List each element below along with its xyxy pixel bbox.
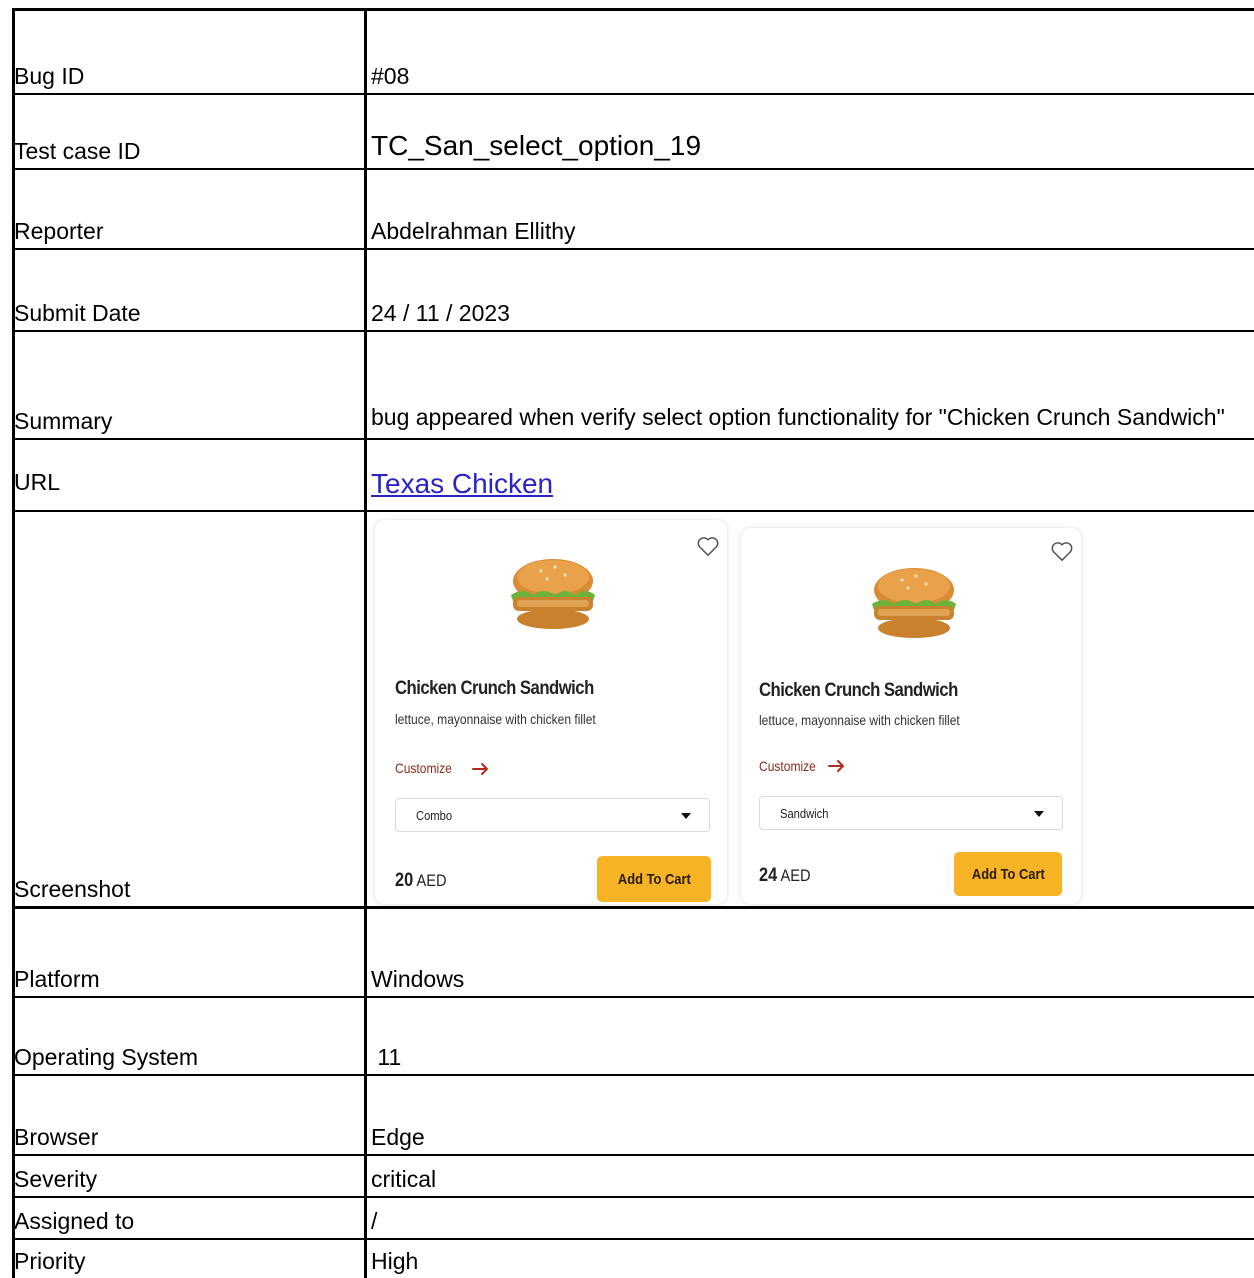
row-browser: Browser Edge [0,1076,1254,1154]
price: 20 AED [395,870,447,892]
row-label: Platform [14,966,100,992]
summary-value: bug appeared when verify select option f… [371,404,1225,430]
row-label: Bug ID [14,63,85,89]
option-select[interactable]: Sandwich [759,796,1063,830]
priority-value: High [371,1248,419,1274]
add-to-cart-label: Add To Cart [617,870,691,888]
row-label: Summary [14,408,113,434]
row-label: Reporter [14,218,104,244]
browser-value: Edge [371,1124,425,1150]
price: 24 AED [759,865,811,887]
arrow-right-icon [828,760,844,772]
product-description: lettuce, mayonnaise with chicken fillet [759,712,960,728]
row-url: URL Texas Chicken [0,440,1254,510]
selected-option: Combo [416,808,453,823]
row-platform: Platform Windows [0,909,1254,996]
row-label: Operating System [14,1044,199,1070]
price-number: 24 [759,865,778,886]
product-card: Chicken Crunch Sandwich lettuce, mayonna… [741,528,1081,904]
row-label: Submit Date [14,300,141,326]
product-card: Chicken Crunch Sandwich lettuce, mayonna… [375,520,727,904]
row-submit-date: Submit Date 24 / 11 / 2023 [0,250,1254,330]
test-case-id-value: TC_San_select_option_19 [371,130,702,161]
row-label: Severity [14,1166,98,1192]
add-to-cart-button[interactable]: Add To Cart [954,852,1062,896]
product-description: lettuce, mayonnaise with chicken fillet [395,711,596,727]
submit-date-value: 24 / 11 / 2023 [371,300,510,326]
heart-icon[interactable] [1049,538,1075,564]
row-operating-system: Operating System 11 [0,998,1254,1074]
row-test-case-id: Test case ID TC_San_select_option_19 [0,95,1254,168]
heart-icon[interactable] [695,533,721,559]
row-label: Browser [14,1124,99,1150]
row-label: Screenshot [14,876,131,902]
row-label: Assigned to [14,1208,135,1234]
caret-down-icon [681,813,691,819]
burger-image [872,568,956,638]
add-to-cart-label: Add To Cart [971,865,1045,883]
row-priority: Priority High [0,1240,1254,1278]
customize-link[interactable]: Customize [395,760,452,776]
row-label: URL [14,469,61,495]
row-severity: Severity critical [0,1156,1254,1196]
price-currency: AED [416,871,447,890]
operating-system-value: 11 [371,1044,402,1070]
row-assigned-to: Assigned to / [0,1198,1254,1238]
bug-id-value: #08 [371,63,410,89]
option-select[interactable]: Combo [395,798,710,832]
url-link[interactable]: Texas Chicken [371,468,553,500]
row-reporter: Reporter Abdelrahman Ellithy [0,170,1254,248]
add-to-cart-button[interactable]: Add To Cart [597,856,711,902]
price-number: 20 [395,870,414,891]
url-cell: Texas Chicken [371,440,1254,510]
row-label: Test case ID [14,138,141,164]
bug-report-sheet: Bug ID #08 Test case ID TC_San_select_op… [0,0,1254,1278]
row-bug-id: Bug ID #08 [0,10,1254,93]
product-title: Chicken Crunch Sandwich [759,680,958,701]
arrow-right-icon [472,763,488,775]
customize-link[interactable]: Customize [759,758,816,774]
caret-down-icon [1034,811,1044,817]
row-label: Priority [14,1248,86,1274]
burger-image [511,559,595,629]
platform-value: Windows [371,966,465,992]
selected-option: Sandwich [780,806,829,821]
product-title: Chicken Crunch Sandwich [395,678,594,699]
severity-value: critical [371,1166,437,1192]
price-currency: AED [780,866,811,885]
row-summary: Summary bug appeared when verify select … [0,332,1254,438]
assigned-to-value: / [371,1208,378,1234]
reporter-value: Abdelrahman Ellithy [371,218,576,244]
